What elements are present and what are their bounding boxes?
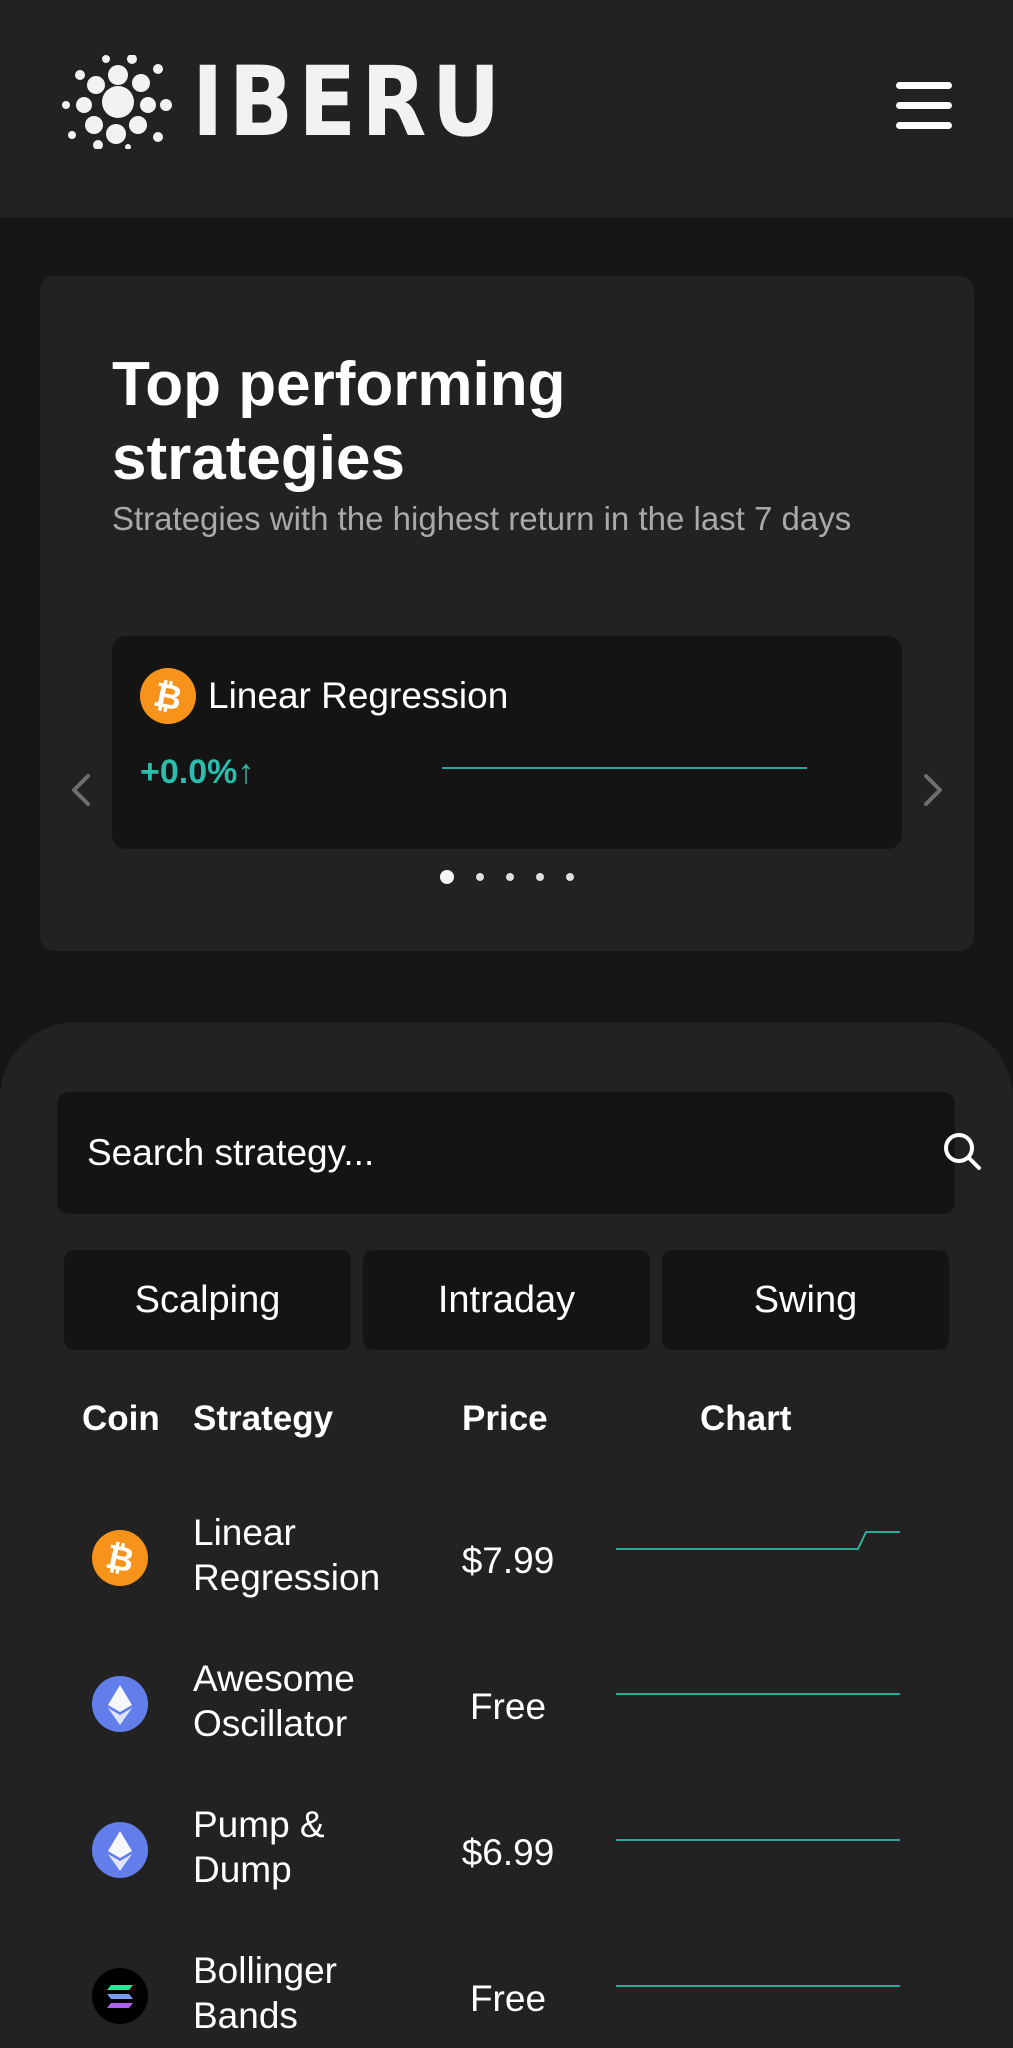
tab-intraday[interactable]: Intraday xyxy=(363,1250,650,1350)
carousel-next-button[interactable] xyxy=(912,760,952,820)
search-bar xyxy=(57,1092,981,1214)
section-subtitle: Strategies with the highest return in th… xyxy=(112,500,852,537)
tab-swing[interactable]: Swing xyxy=(662,1250,949,1350)
svg-text:₿: ₿ xyxy=(102,1537,137,1582)
return-percent: +0.0% xyxy=(140,753,238,791)
table-row[interactable]: ₿ Linear Regression $7.99 xyxy=(0,1500,1013,1620)
logo[interactable]: IBERU xyxy=(62,52,548,152)
brand-name: IBERU xyxy=(192,46,506,158)
section-title: Top performing strategies xyxy=(112,350,566,493)
strategy-name: Linear Regression xyxy=(193,1512,381,1598)
slide-strategy-name: Linear Regression xyxy=(208,675,509,716)
column-header-chart: Chart xyxy=(700,1399,792,1438)
chevron-left-icon xyxy=(72,774,90,806)
strategy-price: Free xyxy=(469,1978,547,2019)
up-arrow-icon: ↑ xyxy=(237,753,255,791)
chevron-right-icon xyxy=(924,774,942,806)
strategy-name: Pump & Dump xyxy=(193,1804,325,1890)
row-sparkline xyxy=(616,1531,900,1550)
pagination-dot[interactable] xyxy=(566,873,574,881)
timeframe-tabs: Scalping Intraday Swing xyxy=(64,1250,949,1350)
table-row[interactable]: Bollinger Bands Free xyxy=(0,1938,1013,2048)
carousel-prev-button[interactable] xyxy=(62,760,102,820)
column-header-coin: Coin xyxy=(82,1399,160,1438)
pagination-dot[interactable] xyxy=(506,873,514,881)
slide-return-value: +0.0%↑ xyxy=(140,746,254,798)
slide-sparkline xyxy=(442,767,807,769)
hamburger-menu-icon[interactable] xyxy=(896,82,952,130)
strategy-name: Awesome Oscillator xyxy=(193,1658,355,1744)
strategy-price: Free xyxy=(469,1686,547,1727)
row-sparkline xyxy=(616,1839,900,1841)
strategy-name: Bollinger Bands xyxy=(193,1950,337,2036)
table-header: Coin Strategy Price Chart xyxy=(0,1394,1013,1444)
solana-icon xyxy=(92,1968,148,2024)
pagination-dot[interactable] xyxy=(476,873,484,881)
bitcoin-icon: ₿ xyxy=(92,1530,148,1586)
strategy-slide[interactable]: ₿ Linear Regression +0.0%↑ xyxy=(112,636,902,849)
strategies-panel: Scalping Intraday Swing Coin Strategy Pr… xyxy=(0,1022,1013,2048)
pagination-dot[interactable] xyxy=(440,870,454,884)
row-sparkline xyxy=(616,1985,900,1987)
svg-text:₿: ₿ xyxy=(150,675,185,720)
carousel-pagination xyxy=(440,870,574,884)
column-header-price: Price xyxy=(462,1399,548,1438)
table-row[interactable]: Awesome Oscillator Free xyxy=(0,1646,1013,1766)
column-header-strategy: Strategy xyxy=(193,1399,334,1438)
search-icon[interactable] xyxy=(937,1092,997,1214)
table-row[interactable]: Pump & Dump $6.99 xyxy=(0,1792,1013,1912)
strategy-price: $6.99 xyxy=(461,1832,555,1873)
row-sparkline xyxy=(616,1693,900,1695)
top-strategies-card: Top performing strategies Strategies wit… xyxy=(40,276,974,951)
ethereum-icon xyxy=(92,1822,148,1878)
search-input[interactable] xyxy=(87,1122,867,1184)
ethereum-icon xyxy=(92,1676,148,1732)
pagination-dot[interactable] xyxy=(536,873,544,881)
tab-scalping[interactable]: Scalping xyxy=(64,1250,351,1350)
strategy-price: $7.99 xyxy=(461,1540,555,1581)
bitcoin-icon: ₿ xyxy=(140,668,196,724)
logo-mark-icon xyxy=(62,55,172,149)
app-header: IBERU xyxy=(0,0,1013,218)
